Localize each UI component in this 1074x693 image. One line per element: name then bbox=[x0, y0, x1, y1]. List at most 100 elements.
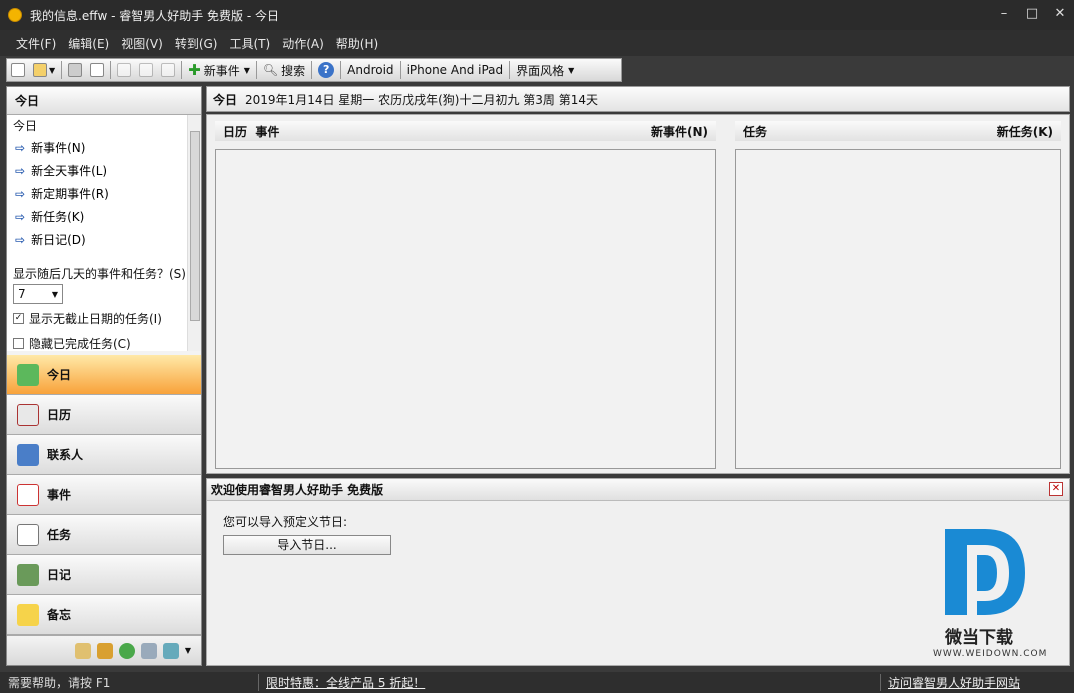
nav-label: 日历 bbox=[47, 408, 72, 422]
arrow-right-icon: ⇨ bbox=[15, 186, 26, 201]
quick-new-allday-event[interactable]: ⇨ 新全天事件(L) bbox=[7, 159, 201, 182]
cut-button[interactable] bbox=[113, 59, 135, 81]
days-label: 显示随后几天的事件和任务？(S) bbox=[13, 267, 186, 281]
nav-contacts[interactable]: 联系人 bbox=[7, 435, 201, 475]
help-button[interactable]: ? bbox=[314, 59, 338, 81]
events-list[interactable] bbox=[215, 149, 716, 469]
nav-label: 今日 bbox=[47, 368, 72, 382]
quick-new-event[interactable]: ⇨ 新事件(N) bbox=[7, 136, 201, 159]
left-panel-header: 今日 bbox=[7, 87, 201, 115]
quick-panel-scrollbar[interactable] bbox=[187, 115, 201, 351]
search-icon[interactable] bbox=[140, 642, 157, 659]
menu-tools[interactable]: 工具(T) bbox=[229, 35, 270, 52]
events-col-calendar: 日历 bbox=[223, 124, 248, 139]
quick-new-recurring-event[interactable]: ⇨ 新定期事件(R) bbox=[7, 182, 201, 205]
nav-diary[interactable]: 日记 bbox=[7, 555, 201, 595]
nav-label: 事件 bbox=[47, 488, 72, 502]
open-button[interactable]: ▼ bbox=[29, 59, 59, 81]
quick-item-label: 新全天事件(L) bbox=[31, 164, 108, 178]
minimize-button[interactable]: – bbox=[990, 0, 1018, 30]
menu-action[interactable]: 动作(A) bbox=[282, 35, 324, 52]
checkbox-checked-icon: ✓ bbox=[13, 313, 24, 324]
iphone-button[interactable]: iPhone And iPad bbox=[403, 59, 508, 81]
calendar-icon bbox=[17, 403, 39, 426]
new-event-button[interactable]: ✚ 新事件 ▼ bbox=[184, 59, 254, 81]
import-holidays-button[interactable]: 导入节日... bbox=[223, 535, 391, 555]
nav-label: 备忘 bbox=[47, 608, 72, 622]
menu-edit[interactable]: 编辑(E) bbox=[68, 35, 109, 52]
nav-memo[interactable]: 备忘 bbox=[7, 595, 201, 635]
menu-goto[interactable]: 转到(G) bbox=[175, 35, 218, 52]
tasks-header: 任务 新任务(K) bbox=[735, 121, 1061, 141]
welcome-title: 欢迎使用睿智男人好助手 免费版 bbox=[211, 483, 384, 497]
notes-icon[interactable] bbox=[74, 642, 91, 659]
today-content: 日历 事件 新事件(N) 任务 新任务(K) bbox=[206, 114, 1070, 474]
website-link[interactable]: 访问睿智男人好助手网站 bbox=[888, 674, 1020, 691]
menu-view[interactable]: 视图(V) bbox=[121, 35, 163, 52]
arrow-right-icon: ⇨ bbox=[15, 209, 26, 224]
nav-footer: ▼ bbox=[7, 635, 201, 665]
today-label: 今日 bbox=[213, 92, 238, 107]
show-undated-tasks-checkbox[interactable]: ✓ 显示无截止日期的任务(I) bbox=[7, 304, 201, 329]
arrow-right-icon: ⇨ bbox=[15, 163, 26, 178]
status-bar: 需要帮助，请按 F1 限时特惠：全线产品 5 折起！ 访问睿智男人好助手网站 bbox=[0, 672, 1074, 693]
nav-events[interactable]: 事件 bbox=[7, 475, 201, 515]
quick-new-diary[interactable]: ⇨ 新日记(D) bbox=[7, 228, 201, 251]
promo-link[interactable]: 限时特惠：全线产品 5 折起！ bbox=[266, 674, 425, 691]
copy-icon bbox=[139, 63, 154, 77]
new-task-link[interactable]: 新任务(K) bbox=[997, 123, 1053, 140]
checkbox-label: 显示无截止日期的任务(I) bbox=[29, 312, 162, 326]
nav-tasks[interactable]: 任务 bbox=[7, 515, 201, 555]
window-title: 我的信息.effw - 睿智男人好助手 免费版 - 今日 bbox=[30, 8, 280, 23]
tasks-icon bbox=[17, 523, 39, 546]
search-button[interactable]: 🔍︎ 搜索 bbox=[259, 59, 309, 81]
today-bar: 今日 2019年1月14日 星期一 农历戊戌年(狗)十二月初九 第3周 第14天 bbox=[206, 86, 1070, 112]
events-header: 日历 事件 新事件(N) bbox=[215, 121, 716, 141]
search-label: 搜索 bbox=[281, 63, 306, 78]
quick-panel-subtitle: 今日 bbox=[13, 119, 38, 133]
app-icon bbox=[8, 8, 22, 22]
print-button[interactable] bbox=[64, 59, 86, 81]
arrow-right-icon: ⇨ bbox=[15, 140, 26, 155]
menu-file[interactable]: 文件(F) bbox=[16, 35, 56, 52]
days-value: 7 bbox=[18, 287, 26, 301]
days-select[interactable]: 7 ▼ bbox=[13, 284, 63, 304]
quick-item-label: 新任务(K) bbox=[31, 210, 85, 224]
watermark-url: WWW.WEIDOWN.COM bbox=[933, 649, 1048, 659]
chevron-down-icon[interactable]: ▼ bbox=[185, 646, 191, 655]
close-button[interactable]: ✕ bbox=[1046, 0, 1074, 30]
open-folder-icon bbox=[33, 63, 47, 77]
nav-calendar[interactable]: 日历 bbox=[7, 395, 201, 435]
toolbar: ▼ ✚ 新事件 ▼ 🔍︎ 搜索 ? Android iPhone And iPad 界… bbox=[0, 56, 1074, 84]
globe-icon[interactable] bbox=[118, 642, 135, 659]
tasks-list[interactable] bbox=[735, 149, 1061, 469]
welcome-panel: 欢迎使用睿智男人好助手 免费版 ✕ 您可以导入预定义节日: 导入节日... 微当… bbox=[206, 478, 1070, 666]
new-event-link[interactable]: 新事件(N) bbox=[651, 123, 708, 140]
nav-today[interactable]: 今日 bbox=[7, 355, 201, 395]
menu-help[interactable]: 帮助(H) bbox=[336, 35, 378, 52]
new-file-button[interactable] bbox=[7, 59, 29, 81]
key-icon[interactable] bbox=[96, 642, 113, 659]
sync-icon[interactable] bbox=[162, 642, 179, 659]
quick-new-task[interactable]: ⇨ 新任务(K) bbox=[7, 205, 201, 228]
new-event-label: 新事件 bbox=[203, 63, 240, 78]
navigation-buttons: 今日 日历 联系人 事件 任务 日记 备忘 bbox=[7, 355, 201, 635]
checkbox-unchecked-icon bbox=[13, 338, 24, 349]
paste-icon bbox=[161, 63, 176, 77]
paste-button[interactable] bbox=[157, 59, 179, 81]
contacts-icon bbox=[17, 443, 39, 466]
maximize-button[interactable]: □ bbox=[1018, 0, 1046, 30]
cut-icon bbox=[117, 63, 132, 77]
copy-button[interactable] bbox=[135, 59, 157, 81]
left-panel: 今日 今日 ⇨ 新事件(N) ⇨ 新全天事件(L) ⇨ 新定期事件(R) ⇨ 新任务(K… bbox=[6, 86, 202, 666]
hide-completed-tasks-checkbox[interactable]: 隐藏已完成任务(C) bbox=[7, 329, 201, 358]
scroll-thumb[interactable] bbox=[190, 131, 200, 321]
memo-icon bbox=[17, 603, 39, 626]
close-icon[interactable]: ✕ bbox=[1049, 482, 1063, 496]
today-date: 2019年1月14日 星期一 农历戊戌年(狗)十二月初九 第3周 第14天 bbox=[245, 92, 598, 107]
preview-button[interactable] bbox=[86, 59, 108, 81]
theme-button[interactable]: 界面风格 ▼ bbox=[512, 59, 578, 81]
events-col-event: 事件 bbox=[255, 124, 280, 139]
android-button[interactable]: Android bbox=[343, 59, 397, 81]
quick-item-label: 新事件(N) bbox=[31, 141, 86, 155]
